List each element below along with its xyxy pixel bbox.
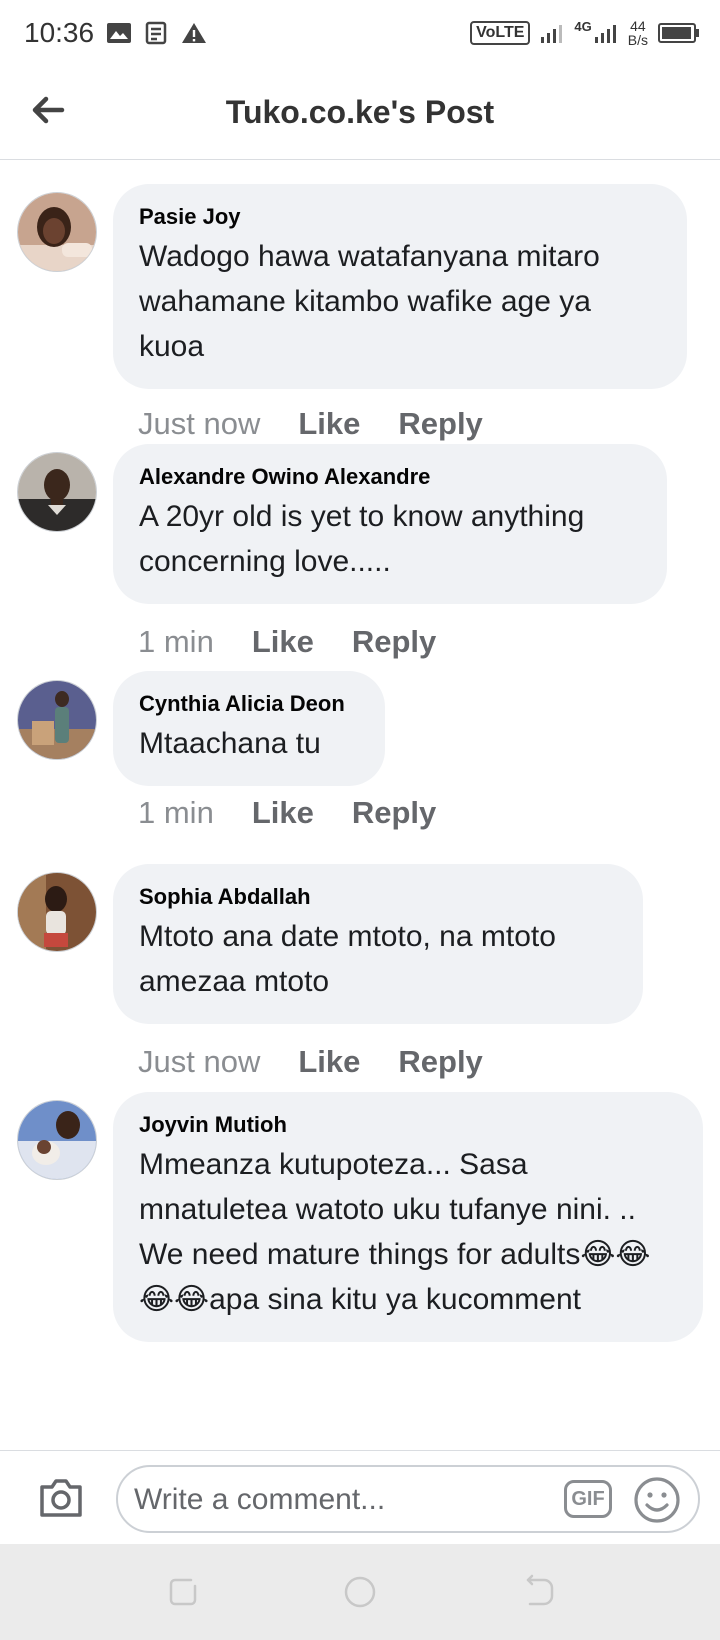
speed-unit: B/s	[627, 32, 648, 48]
reply-button[interactable]: Reply	[398, 406, 482, 442]
battery-icon	[658, 23, 699, 43]
screenshot-notification-icon	[107, 23, 132, 43]
status-time: 10:36	[24, 17, 95, 48]
status-right: VoLTE 4G 44 B/s	[470, 19, 699, 47]
avatar-photo	[18, 873, 96, 951]
avatar[interactable]	[17, 872, 97, 952]
recents-icon[interactable]	[163, 1572, 203, 1612]
app-header: Tuko.co.ke's Post	[0, 66, 720, 160]
reply-button[interactable]: Reply	[398, 1044, 482, 1080]
like-button[interactable]: Like	[252, 795, 314, 831]
camera-icon[interactable]	[36, 1473, 86, 1523]
comment-author[interactable]: Alexandre Owino Alexandre	[139, 462, 641, 492]
comment-bubble[interactable]: Cynthia Alicia Deon Mtaachana tu	[113, 671, 385, 786]
comment-author[interactable]: Pasie Joy	[139, 202, 661, 232]
signal-4g-icon	[594, 25, 616, 43]
emoji-icon[interactable]	[632, 1475, 682, 1525]
signal-icon	[541, 25, 563, 43]
news-notification-icon	[145, 21, 167, 45]
avatar[interactable]	[17, 680, 97, 760]
comment-bubble[interactable]: Pasie Joy Wadogo hawa watafanyana mitaro…	[113, 184, 687, 389]
comment-input-wrapper: GIF	[116, 1465, 700, 1533]
avatar-photo	[18, 193, 96, 271]
battery-fill	[662, 27, 691, 39]
volte-badge: VoLTE	[470, 21, 531, 45]
comment-time[interactable]: 1 min	[138, 795, 214, 831]
comment-meta: Just now Like Reply	[138, 1044, 483, 1080]
comment-bubble[interactable]: Joyvin Mutioh Mmeanza kutupoteza... Sasa…	[113, 1092, 703, 1342]
comment-meta: Just now Like Reply	[138, 406, 483, 442]
comment-input[interactable]	[132, 1479, 556, 1521]
like-button[interactable]: Like	[298, 1044, 360, 1080]
status-bar: 10:36 VoLTE 4G 44 B/s	[0, 0, 720, 66]
comment-time[interactable]: Just now	[138, 406, 260, 442]
status-left: 10:36	[24, 17, 208, 49]
comment-text: Mmeanza kutupoteza... Sasa mnatuletea wa…	[139, 1148, 651, 1316]
avatar-photo	[18, 453, 96, 531]
page-title: Tuko.co.ke's Post	[225, 94, 495, 130]
avatar[interactable]	[17, 192, 97, 272]
comment-author[interactable]: Sophia Abdallah	[139, 882, 617, 912]
warning-icon	[182, 23, 207, 43]
comment-composer: GIF	[0, 1450, 720, 1544]
comment-meta: 1 min Like Reply	[138, 624, 436, 660]
comment-text: A 20yr old is yet to know anything conce…	[139, 500, 585, 578]
data-type-label: 4G	[574, 19, 592, 34]
comment-text: Wadogo hawa watafanyana mitaro wahamane …	[139, 240, 600, 363]
reply-button[interactable]: Reply	[352, 624, 436, 660]
like-button[interactable]: Like	[298, 406, 360, 442]
comments-list[interactable]: Pasie Joy Wadogo hawa watafanyana mitaro…	[0, 160, 720, 1450]
avatar-photo	[18, 681, 96, 759]
gif-icon[interactable]: GIF	[564, 1480, 612, 1518]
system-nav-bar	[0, 1544, 720, 1640]
comment-bubble[interactable]: Sophia Abdallah Mtoto ana date mtoto, na…	[113, 864, 643, 1024]
comment-time[interactable]: 1 min	[138, 624, 214, 660]
network-speed: 44 B/s	[628, 19, 648, 47]
comment-text: Mtoto ana date mtoto, na mtoto amezaa mt…	[139, 920, 556, 998]
comment-meta: 1 min Like Reply	[138, 795, 436, 831]
reply-button[interactable]: Reply	[352, 795, 436, 831]
speed-value: 44	[630, 18, 646, 34]
comment-text: Mtaachana tu	[139, 727, 321, 760]
avatar[interactable]	[17, 1100, 97, 1180]
comment-time[interactable]: Just now	[138, 1044, 260, 1080]
back-nav-icon[interactable]	[518, 1572, 558, 1612]
home-icon[interactable]	[340, 1572, 380, 1612]
like-button[interactable]: Like	[252, 624, 314, 660]
avatar-photo	[18, 1101, 96, 1179]
comment-author[interactable]: Cynthia Alicia Deon	[139, 689, 359, 719]
avatar[interactable]	[17, 452, 97, 532]
comment-bubble[interactable]: Alexandre Owino Alexandre A 20yr old is …	[113, 444, 667, 604]
comment-author[interactable]: Joyvin Mutioh	[139, 1110, 677, 1140]
